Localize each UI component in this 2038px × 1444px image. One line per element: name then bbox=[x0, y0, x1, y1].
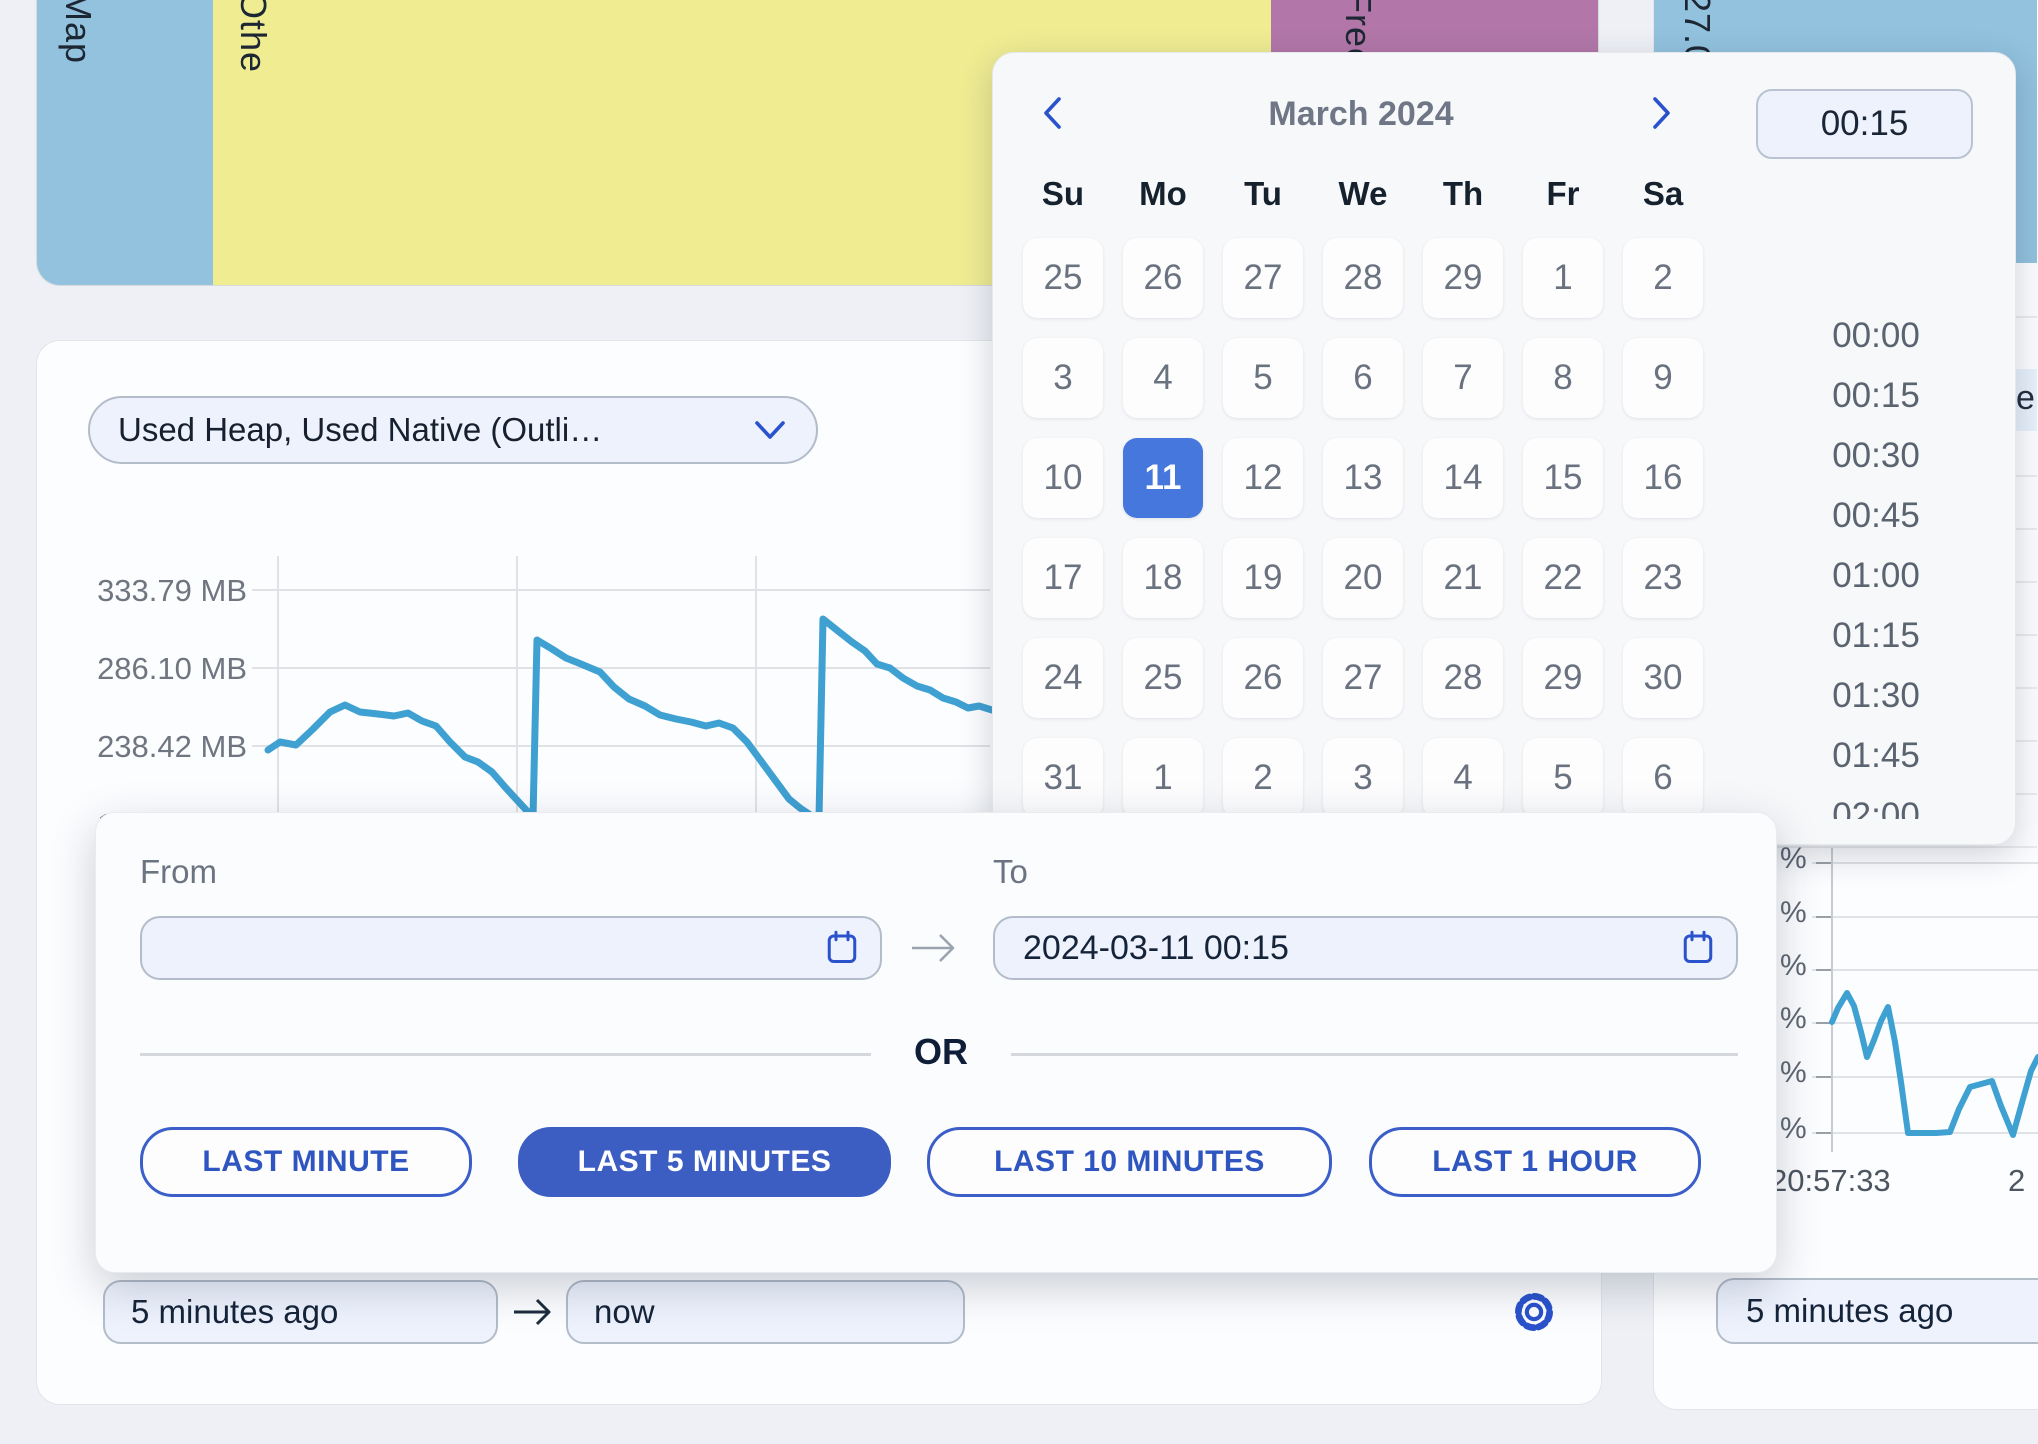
day-cell[interactable]: 28 bbox=[1423, 638, 1503, 718]
right-chart-x-tick-2: 2 bbox=[2008, 1163, 2025, 1199]
time-option[interactable]: 00:45 bbox=[1791, 486, 1961, 546]
day-cell[interactable]: 10 bbox=[1023, 438, 1103, 518]
right-chart-x-tick: 20:57:33 bbox=[1770, 1163, 1891, 1199]
quick-range-button-last-1-hour[interactable]: LAST 1 HOUR bbox=[1369, 1127, 1701, 1197]
day-cell[interactable]: 27 bbox=[1323, 638, 1403, 718]
time-option[interactable]: 00:15 bbox=[1791, 366, 1961, 426]
time-option[interactable]: 00:30 bbox=[1791, 426, 1961, 486]
to-date-input[interactable]: 2024-03-11 00:15 bbox=[993, 916, 1738, 980]
quick-range-button-last-10-minutes[interactable]: LAST 10 MINUTES bbox=[927, 1127, 1332, 1197]
date-range-popup: From To 2024-03-11 00:15 OR LAST MINUTE L… bbox=[95, 812, 1777, 1273]
day-cell[interactable]: 29 bbox=[1523, 638, 1603, 718]
day-cell[interactable]: 26 bbox=[1123, 238, 1203, 318]
day-cell[interactable]: 27 bbox=[1223, 238, 1303, 318]
time-option[interactable]: 02:00 bbox=[1791, 786, 1961, 819]
percent-y-tick: % bbox=[1780, 1002, 1807, 1036]
day-cell[interactable]: 3 bbox=[1323, 738, 1403, 818]
day-cell[interactable]: 12 bbox=[1223, 438, 1303, 518]
day-cell[interactable]: 28 bbox=[1323, 238, 1403, 318]
or-divider-left bbox=[140, 1053, 871, 1056]
day-cell[interactable]: 18 bbox=[1123, 538, 1203, 618]
day-cell[interactable]: 8 bbox=[1523, 338, 1603, 418]
right-range-value: 5 minutes ago bbox=[1746, 1292, 1953, 1330]
day-cell[interactable]: 24 bbox=[1023, 638, 1103, 718]
gear-icon[interactable] bbox=[1508, 1286, 1560, 1338]
chevron-left-icon[interactable] bbox=[1037, 93, 1069, 133]
day-cell[interactable]: 22 bbox=[1523, 538, 1603, 618]
percent-y-tick: % bbox=[1780, 842, 1807, 876]
day-cell-selected[interactable]: 11 bbox=[1123, 438, 1203, 518]
quick-range-button-last-minute[interactable]: LAST MINUTE bbox=[140, 1127, 472, 1197]
day-cell[interactable]: 5 bbox=[1523, 738, 1603, 818]
day-cell[interactable]: 17 bbox=[1023, 538, 1103, 618]
weekday-tu: Tu bbox=[1223, 175, 1303, 213]
day-cell[interactable]: 14 bbox=[1423, 438, 1503, 518]
quick-range-button-last-5-minutes[interactable]: LAST 5 MINUTES bbox=[518, 1127, 891, 1197]
calendar-title: March 2024 bbox=[1241, 95, 1481, 134]
from-label: From bbox=[140, 853, 217, 891]
day-cell[interactable]: 25 bbox=[1023, 238, 1103, 318]
day-cell[interactable]: 16 bbox=[1623, 438, 1703, 518]
percent-y-tick: % bbox=[1780, 1112, 1807, 1146]
day-cell[interactable]: 1 bbox=[1523, 238, 1603, 318]
to-label: To bbox=[993, 853, 1028, 891]
day-cell[interactable]: 23 bbox=[1623, 538, 1703, 618]
day-cell[interactable]: 3 bbox=[1023, 338, 1103, 418]
time-option[interactable]: 01:30 bbox=[1791, 666, 1961, 726]
time-input-value: 00:15 bbox=[1821, 104, 1909, 144]
arrow-right-icon bbox=[510, 1290, 556, 1334]
day-cell[interactable]: 25 bbox=[1123, 638, 1203, 718]
day-cell[interactable]: 1 bbox=[1123, 738, 1203, 818]
to-quick-input[interactable]: now bbox=[566, 1280, 965, 1344]
percent-y-tick: % bbox=[1780, 949, 1807, 983]
percent-y-tick: % bbox=[1780, 896, 1807, 930]
day-cell[interactable]: 4 bbox=[1423, 738, 1503, 818]
day-cell[interactable]: 13 bbox=[1323, 438, 1403, 518]
weekday-we: We bbox=[1323, 175, 1403, 213]
calendar-icon[interactable] bbox=[1680, 928, 1716, 968]
right-range-input[interactable]: 5 minutes ago bbox=[1716, 1278, 2038, 1344]
calendar-icon[interactable] bbox=[824, 928, 860, 968]
weekday-th: Th bbox=[1423, 175, 1503, 213]
calendar-popup: March 2024 00:15 SuMoTuWeThFrSa 25262728… bbox=[992, 52, 2016, 845]
time-option[interactable]: 00:00 bbox=[1791, 306, 1961, 366]
day-cell[interactable]: 9 bbox=[1623, 338, 1703, 418]
time-option[interactable]: 01:00 bbox=[1791, 546, 1961, 606]
weekday-su: Su bbox=[1023, 175, 1103, 213]
or-label: OR bbox=[871, 1031, 1011, 1073]
day-cell[interactable]: 31 bbox=[1023, 738, 1103, 818]
to-date-value: 2024-03-11 00:15 bbox=[1015, 929, 1680, 968]
time-option[interactable]: 01:15 bbox=[1791, 606, 1961, 666]
to-quick-value: now bbox=[594, 1293, 655, 1331]
day-cell[interactable]: 19 bbox=[1223, 538, 1303, 618]
day-cell[interactable]: 30 bbox=[1623, 638, 1703, 718]
from-quick-value: 5 minutes ago bbox=[131, 1293, 338, 1331]
app-root: MapOtheFree 27.0 e Used Heap, Used Nativ… bbox=[0, 0, 2038, 1444]
chevron-right-icon[interactable] bbox=[1645, 93, 1677, 133]
day-cell[interactable]: 15 bbox=[1523, 438, 1603, 518]
day-cell[interactable]: 29 bbox=[1423, 238, 1503, 318]
weekday-mo: Mo bbox=[1123, 175, 1203, 213]
day-cell[interactable]: 2 bbox=[1223, 738, 1303, 818]
from-quick-input[interactable]: 5 minutes ago bbox=[103, 1280, 498, 1344]
day-cell[interactable]: 4 bbox=[1123, 338, 1203, 418]
day-cell[interactable]: 6 bbox=[1323, 338, 1403, 418]
or-divider-right bbox=[1011, 1053, 1738, 1056]
weekday-fr: Fr bbox=[1523, 175, 1603, 213]
day-cell[interactable]: 26 bbox=[1223, 638, 1303, 718]
weekday-sa: Sa bbox=[1623, 175, 1703, 213]
from-date-input[interactable] bbox=[140, 916, 882, 980]
day-cell[interactable]: 2 bbox=[1623, 238, 1703, 318]
time-option[interactable]: 01:45 bbox=[1791, 726, 1961, 786]
day-cell[interactable]: 5 bbox=[1223, 338, 1303, 418]
time-option-list[interactable]: 00:0000:1500:3000:4501:0001:1501:3001:45… bbox=[1791, 241, 1961, 819]
day-cell[interactable]: 7 bbox=[1423, 338, 1503, 418]
percent-y-tick: % bbox=[1780, 1056, 1807, 1090]
day-cell[interactable]: 21 bbox=[1423, 538, 1503, 618]
arrow-right-icon-gray bbox=[908, 926, 960, 970]
time-input[interactable]: 00:15 bbox=[1756, 89, 1973, 159]
day-cell[interactable]: 6 bbox=[1623, 738, 1703, 818]
day-cell[interactable]: 20 bbox=[1323, 538, 1403, 618]
